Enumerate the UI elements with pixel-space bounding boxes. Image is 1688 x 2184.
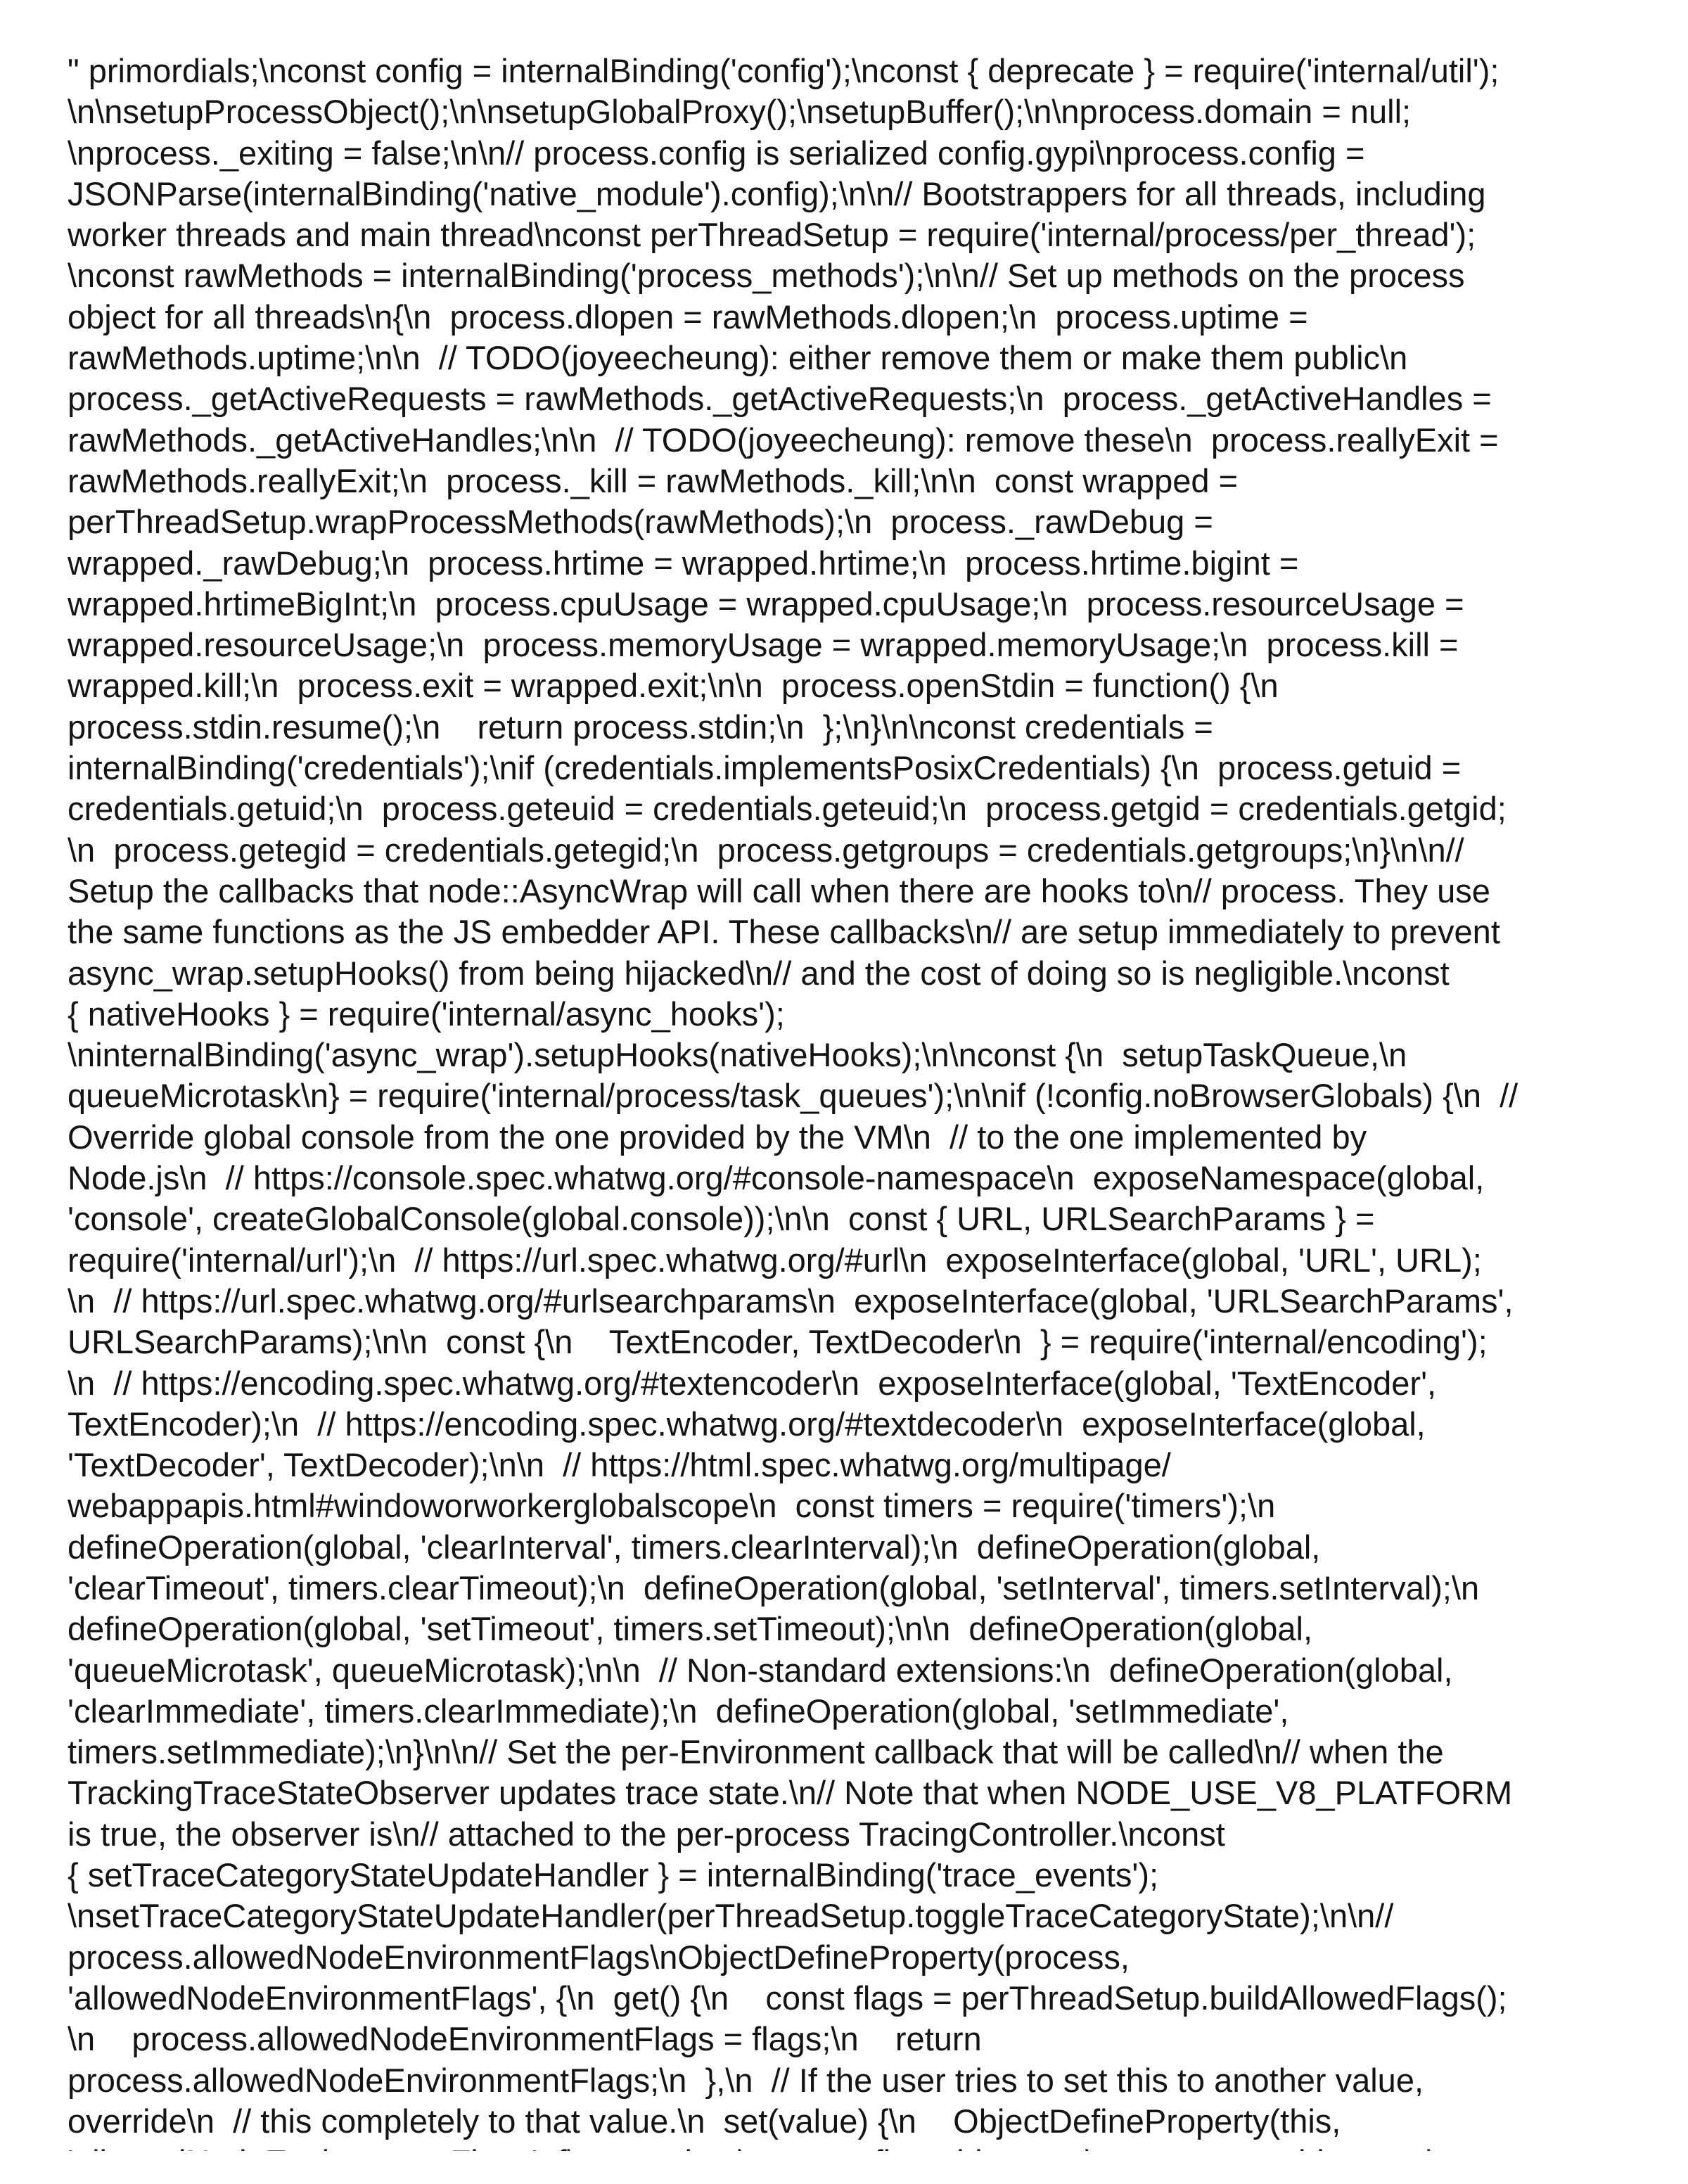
text-line: wrapped._rawDebug;\n process.hrtime = wr… bbox=[68, 544, 1299, 582]
text-line: worker threads and main thread\nconst pe… bbox=[68, 216, 1476, 254]
text-line: TextEncoder);\n // https://encoding.spec… bbox=[68, 1405, 1426, 1443]
text-line: perThreadSetup.wrapProcessMethods(rawMet… bbox=[68, 503, 1213, 541]
text-line: internalBinding('credentials');\nif (cre… bbox=[68, 749, 1462, 787]
text-line: \n process.getegid = credentials.getegid… bbox=[68, 831, 1464, 869]
text-line: object for all threads\n{\n process.dlop… bbox=[68, 298, 1308, 336]
text-line: 'queueMicrotask', queueMicrotask);\n\n /… bbox=[68, 1651, 1453, 1689]
text-line: rawMethods.uptime;\n\n // TODO(joyeecheu… bbox=[68, 339, 1408, 377]
text-line: \nconst rawMethods = internalBinding('pr… bbox=[68, 257, 1465, 295]
text-line: JSONParse(internalBinding('native_module… bbox=[68, 174, 1486, 212]
text-line: \n // https://url.spec.whatwg.org/#urlse… bbox=[68, 1282, 1514, 1320]
document-page: " primordials;\nconst config = internalB… bbox=[0, 0, 1688, 2184]
source-code-text: " primordials;\nconst config = internalB… bbox=[68, 51, 1643, 2151]
text-line: 'allowedNodeEnvironmentFlags', {\n get()… bbox=[68, 1979, 1507, 2017]
text-line: \n // https://encoding.spec.whatwg.org/#… bbox=[68, 1364, 1437, 1402]
text-line: wrapped.resourceUsage;\n process.memoryU… bbox=[68, 626, 1459, 664]
text-line: \nsetTraceCategoryStateUpdateHandler(per… bbox=[68, 1897, 1394, 1935]
text-line: \nprocess._exiting = false;\n\n// proces… bbox=[68, 134, 1365, 172]
text-line: credentials.getuid;\n process.geteuid = … bbox=[68, 790, 1507, 828]
text-line: Node.js\n // https://console.spec.whatwg… bbox=[68, 1159, 1485, 1197]
text-line: TrackingTraceStateObserver updates trace… bbox=[68, 1774, 1513, 1812]
text-line: webappapis.html#windoworworkerglobalscop… bbox=[68, 1487, 1276, 1525]
text-line: wrapped.hrtimeBigInt;\n process.cpuUsage… bbox=[68, 585, 1464, 622]
text-line: wrapped.kill;\n process.exit = wrapped.e… bbox=[68, 667, 1279, 705]
text-line: timers.setImmediate);\n}\n\n// Set the p… bbox=[68, 1733, 1444, 1771]
text-line: 'TextDecoder', TextDecoder);\n\n // http… bbox=[68, 1446, 1171, 1484]
text-line: " primordials;\nconst config = internalB… bbox=[68, 52, 1500, 89]
text-line: defineOperation(global, 'clearInterval',… bbox=[68, 1528, 1321, 1566]
text-line: process._getActiveRequests = rawMethods.… bbox=[68, 380, 1492, 418]
text-line: is true, the observer is\n// attached to… bbox=[68, 1815, 1225, 1853]
text-line: require('internal/url');\n // https://ur… bbox=[68, 1241, 1482, 1279]
text-line: rawMethods._getActiveHandles;\n\n // TOD… bbox=[68, 421, 1499, 459]
text-line: defineOperation(global, 'setTimeout', ti… bbox=[68, 1610, 1313, 1648]
text-line: 'clearTimeout', timers.clearTimeout);\n … bbox=[68, 1569, 1480, 1607]
text-line: 'allowedNodeEnvironmentFlags', {\n value… bbox=[68, 2142, 1643, 2151]
text-line: process.allowedNodeEnvironmentFlags\nObj… bbox=[68, 1938, 1130, 1976]
text-line: URLSearchParams);\n\n const {\n TextEnco… bbox=[68, 1323, 1488, 1361]
text-line: \ninternalBinding('async_wrap').setupHoo… bbox=[68, 1036, 1407, 1074]
text-line: 'console', createGlobalConsole(global.co… bbox=[68, 1200, 1375, 1238]
text-line: \n\nsetupProcessObject();\n\nsetupGlobal… bbox=[68, 93, 1412, 131]
text-line: process.stdin.resume();\n return process… bbox=[68, 708, 1213, 746]
text-line: \n process.allowedNodeEnvironmentFlags =… bbox=[68, 2020, 982, 2058]
text-line: queueMicrotask\n} = require('internal/pr… bbox=[68, 1077, 1518, 1115]
text-line: Setup the callbacks that node::AsyncWrap… bbox=[68, 871, 1490, 909]
text-line: { nativeHooks } = require('internal/asyn… bbox=[68, 995, 785, 1033]
text-line: async_wrap.setupHooks() from being hijac… bbox=[68, 954, 1450, 992]
text-line: the same functions as the JS embedder AP… bbox=[68, 913, 1500, 951]
text-line: rawMethods.reallyExit;\n process._kill =… bbox=[68, 461, 1239, 499]
text-line: process.allowedNodeEnvironmentFlags;\n }… bbox=[68, 2061, 1424, 2099]
text-line: { setTraceCategoryStateUpdateHandler } =… bbox=[68, 1856, 1159, 1894]
text-line: override\n // this completely to that va… bbox=[68, 2102, 1341, 2140]
text-line: 'clearImmediate', timers.clearImmediate)… bbox=[68, 1692, 1289, 1730]
text-line: Override global console from the one pro… bbox=[68, 1118, 1367, 1156]
